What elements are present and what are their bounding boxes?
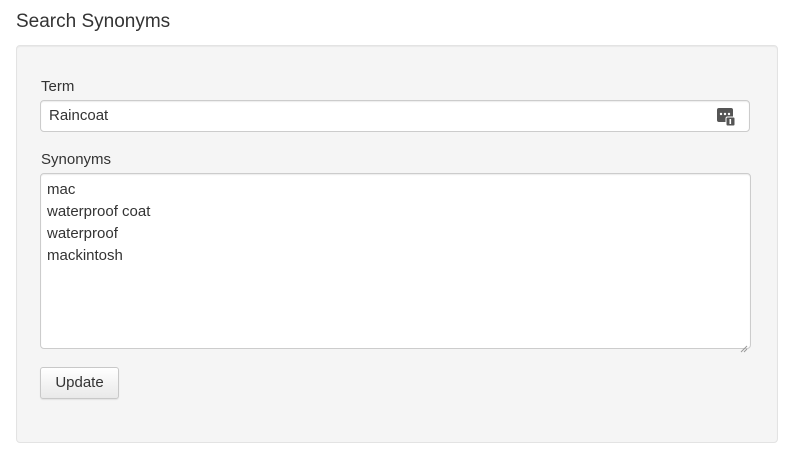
synonym-line: mac bbox=[47, 181, 76, 198]
synonyms-textarea[interactable]: mac waterproof coat waterproof mackintos… bbox=[40, 173, 751, 353]
synonyms-label: Synonyms bbox=[41, 151, 112, 168]
password-manager-icon[interactable] bbox=[717, 106, 736, 127]
term-input[interactable]: Raincoat bbox=[40, 100, 750, 132]
page-title: Search Synonyms bbox=[16, 11, 171, 32]
update-button[interactable]: Update bbox=[40, 367, 119, 399]
page: Search Synonyms Term Raincoat Synonyms m… bbox=[0, 0, 800, 464]
synonym-line: waterproof coat bbox=[47, 203, 151, 220]
resize-handle-icon[interactable] bbox=[740, 338, 748, 353]
term-label: Term bbox=[41, 78, 75, 95]
synonym-form-panel: Term Raincoat Synonyms mac waterproof co… bbox=[16, 45, 778, 443]
synonym-line: waterproof bbox=[47, 225, 118, 242]
synonym-line: mackintosh bbox=[47, 247, 123, 264]
